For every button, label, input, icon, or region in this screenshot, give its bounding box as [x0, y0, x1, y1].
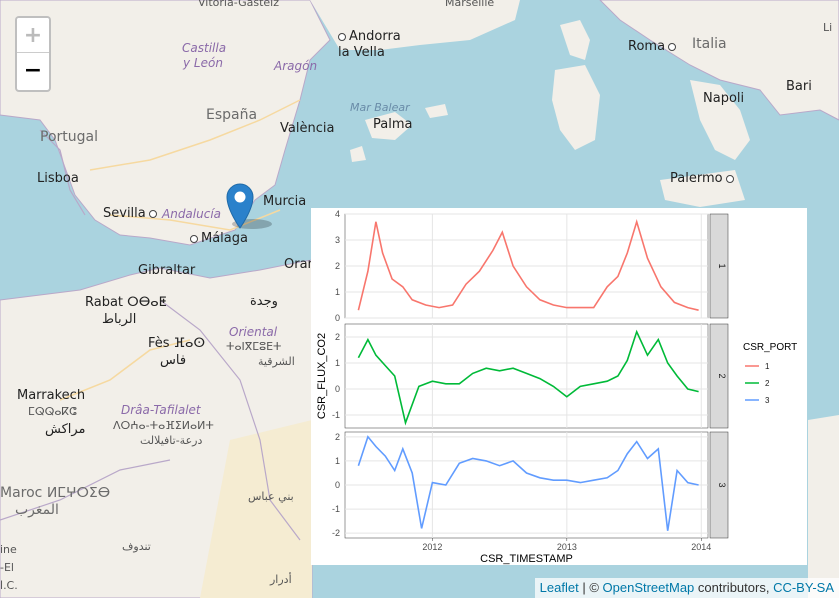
- legend-entry-label: 1: [765, 362, 770, 371]
- co2-flux-chart: 0 1 2 3 4 1 -1 0 1 2 2 -2 -1 0 1 2 3 2012 2013 2014 CSR_TIME…: [311, 208, 807, 565]
- label-aco: ا.C.: [0, 579, 18, 592]
- osm-link[interactable]: OpenStreetMap: [603, 580, 695, 595]
- y-tick-label: 3: [335, 235, 340, 245]
- city-dot-icon: [338, 32, 346, 41]
- label-andorra-2: la Vella: [338, 45, 385, 60]
- label-marrakech-ar: مراكش: [45, 422, 86, 437]
- y-tick-label: -1: [332, 504, 340, 514]
- label-rabat-ar: الرباط: [102, 312, 137, 327]
- x-tick-label: 2013: [557, 542, 577, 552]
- label-oriental-tz: ⵜⴰⵏⴳⵎⵓⴹⵜ: [226, 340, 282, 353]
- legend-entry-label: 3: [765, 396, 770, 405]
- license-link[interactable]: CC-BY-SA: [773, 580, 834, 595]
- city-dot-icon: [190, 234, 198, 243]
- map-pin-icon[interactable]: [224, 180, 272, 235]
- x-tick-label: 2014: [691, 542, 711, 552]
- zoom-in-button[interactable]: +: [17, 18, 49, 53]
- y-tick-label: 1: [335, 456, 340, 466]
- label-el: -El: [0, 561, 14, 574]
- y-tick-label: 1: [335, 358, 340, 368]
- y-tick-label: -1: [332, 410, 340, 420]
- label-wajda: وجدة: [250, 294, 278, 309]
- attribution-sep: | ©: [578, 580, 603, 595]
- y-tick-label: 0: [335, 480, 340, 490]
- y-tick-label: 2: [335, 432, 340, 442]
- city-dot-icon: [148, 209, 157, 218]
- label-marseille: Marseille: [445, 0, 495, 9]
- label-draa-ar: درعة-تافيلالت: [140, 434, 203, 447]
- label-roma: Roma: [628, 40, 679, 53]
- y-tick-label: 4: [335, 209, 340, 219]
- label-palermo: Palermo: [670, 172, 737, 185]
- y-tick-label: 0: [335, 313, 340, 323]
- leaflet-link[interactable]: Leaflet: [540, 580, 579, 595]
- map-attribution: Leaflet | © OpenStreetMap contributors, …: [534, 578, 839, 598]
- label-valencia: València: [280, 121, 335, 136]
- label-oriental: Oriental: [229, 325, 278, 339]
- label-tindouf: تندوف: [122, 540, 151, 553]
- label-edge: Li: [823, 21, 833, 34]
- zoom-control: + −: [15, 16, 51, 92]
- city-dot-icon: [725, 174, 734, 183]
- zoom-out-button[interactable]: −: [17, 53, 49, 88]
- label-castilla: Castilla: [182, 41, 227, 55]
- x-axis-label: CSR_TIMESTAMP: [480, 553, 573, 565]
- label-aragon: Aragón: [274, 59, 318, 73]
- facet-strip-label: 1: [717, 263, 727, 268]
- x-tick-label: 2012: [422, 542, 442, 552]
- label-ine: ine: [0, 543, 17, 556]
- label-andalucia: Andalucía: [162, 207, 222, 221]
- label-gibraltar: Gibraltar: [138, 263, 196, 278]
- y-tick-label: 2: [335, 261, 340, 271]
- label-bni-abbas: بني عباس: [248, 490, 294, 503]
- y-tick-label: 1: [335, 287, 340, 297]
- y-tick-label: 2: [335, 332, 340, 342]
- facet-panel-2: [344, 323, 709, 429]
- label-espana: España: [206, 107, 258, 123]
- label-mar-balear: Mar Balear: [350, 101, 410, 114]
- y-tick-label: 0: [335, 384, 340, 394]
- label-castilla-2: y León: [183, 56, 223, 70]
- label-vitoria: Vitoria-Gasteiz: [198, 0, 279, 9]
- facet-strip-label: 2: [717, 373, 727, 378]
- city-dot-icon: [668, 42, 677, 51]
- label-andorra: Andorra: [335, 30, 401, 43]
- label-maroc: Maroc ⵍⵎⵖⵔⵉⴱ: [0, 485, 111, 501]
- label-napoli: Napoli: [703, 91, 745, 106]
- label-palma: Palma: [373, 117, 413, 132]
- label-adrar: أدرار: [270, 573, 292, 586]
- label-marrakech: Marrakech: [17, 388, 86, 403]
- label-italia: Italia: [692, 36, 727, 52]
- label-sevilla: Sevilla: [103, 207, 160, 220]
- label-marrakech-tz: ⵎⵕⵕⴰⴽⵛ: [28, 405, 77, 418]
- y-axis-label: CSR_FLUX_CO2: [316, 333, 328, 419]
- label-rabat: Rabat ⵔⴱⴰⵟ: [85, 295, 167, 310]
- label-fes-ar: فاس: [160, 353, 187, 368]
- legend-entry-label: 2: [765, 379, 770, 388]
- label-lisboa: Lisboa: [37, 171, 79, 186]
- label-fes: Fès ⴼⴰⵙ: [148, 336, 205, 351]
- facet-strip-label: 3: [717, 482, 727, 487]
- label-oriental-ar: الشرقية: [258, 355, 295, 368]
- label-draa: Drâa-Tafilalet: [121, 403, 201, 417]
- label-maroc-ar: المغرب: [15, 502, 59, 518]
- map[interactable]: Vitoria-Gasteiz Marseille Andorra la Vel…: [0, 0, 839, 598]
- chart-svg: 0 1 2 3 4 1 -1 0 1 2 2 -2 -1 0 1 2 3 2012 2013 2014 CSR_TIME…: [316, 209, 797, 565]
- label-draa-tz: ⴷⵔⵄⴰ-ⵜⴰⴼⵉⵍⴰⵍⵜ: [113, 419, 214, 432]
- label-portugal: Portugal: [40, 129, 98, 145]
- label-bari: Bari: [786, 79, 812, 94]
- y-tick-label: -2: [332, 528, 340, 538]
- attribution-contrib: contributors,: [694, 580, 774, 595]
- legend-title: CSR_PORT: [743, 342, 797, 353]
